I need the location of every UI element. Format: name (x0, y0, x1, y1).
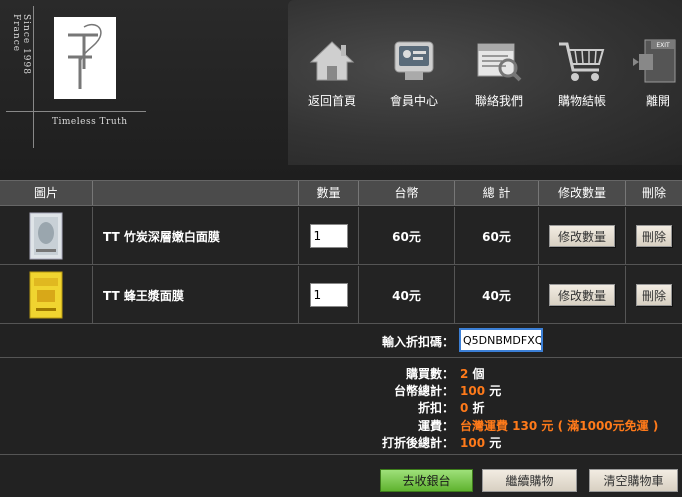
nav-contact-label: 聯絡我們 (474, 94, 523, 108)
contact-search-icon (477, 43, 522, 82)
header-modify: 修改數量 (539, 181, 626, 205)
discount-code-row: 輸入折扣碼： (0, 325, 682, 358)
tt-logo[interactable] (54, 17, 116, 99)
nav-exit-label: 離開 (645, 94, 670, 108)
exit-door-icon: EXIT (633, 39, 676, 83)
nav-checkout-label: 購物結帳 (557, 94, 606, 108)
subtotal-unit: 元 (489, 384, 502, 398)
header-delete: 刪除 (641, 186, 666, 200)
price-cell: 40元 (359, 266, 455, 324)
product-name: TT 竹炭深層嫩白面膜 (93, 207, 299, 265)
summary-count-line: 購買數： 2 個 (0, 363, 682, 381)
delete-button[interactable]: 刪除 (635, 284, 672, 306)
quantity-input[interactable] (309, 224, 348, 248)
clear-cart-button[interactable]: 清空購物車 (589, 469, 678, 492)
summary-final-line: 打折後總計： 100 元 (0, 432, 682, 450)
delete-button[interactable]: 刪除 (635, 225, 672, 247)
header-price: 台幣 (359, 181, 455, 205)
nav-home-label: 返回首頁 (307, 94, 356, 108)
final-total-value: 100 元 (460, 434, 501, 451)
shopping-cart-icon (559, 42, 605, 81)
modify-quantity-button[interactable]: 修改數量 (548, 225, 615, 247)
delete-cell: 刪除 (626, 207, 682, 265)
discount-value: 0 折 (460, 399, 485, 416)
main-nav: 返回首頁 會員中心 聯絡我們 購物結帳 EXIT 離開 (300, 36, 682, 116)
tt-logo-icon (68, 23, 102, 89)
product-name: TT 蜂王漿面膜 (93, 266, 299, 324)
nav-checkout[interactable]: 購物結帳 (550, 36, 614, 116)
subtotal-number: 100 (460, 384, 486, 398)
royal-jelly-mask-thumbnail[interactable] (28, 270, 64, 320)
mask-product-thumbnail[interactable] (28, 211, 64, 261)
nav-member-label: 會員中心 (389, 94, 438, 108)
since-text: Since 1998 France (11, 14, 31, 75)
discount-code-label: 輸入折扣碼： (381, 335, 454, 349)
discount-number: 0 (460, 401, 469, 415)
member-card-icon (394, 41, 434, 80)
purchase-count-number: 2 (460, 367, 469, 381)
table-row: TT 竹炭深層嫩白面膜 60元 60元 修改數量 刪除 (0, 207, 682, 265)
order-summary: 購買數： 2 個 台幣總計： 100 元 折扣： 0 折 運費： 台灣運費 13… (0, 359, 682, 455)
discount-unit: 折 (472, 401, 485, 415)
nav-contact-us[interactable]: 聯絡我們 (467, 36, 531, 116)
checkout-button[interactable]: 去收銀台 (380, 469, 473, 492)
summary-discount-line: 折扣： 0 折 (0, 397, 682, 415)
summary-shipping-line: 運費： 台灣運費 130 元 ( 滿1000元免運 ) (0, 415, 682, 433)
header-image: 圖片 (0, 181, 93, 205)
header-total: 總 計 (455, 181, 539, 205)
quantity-input[interactable] (309, 283, 348, 307)
total-cell: 40元 (455, 266, 539, 324)
delete-cell: 刪除 (626, 266, 682, 324)
logo-vertical-line (33, 6, 34, 148)
logo-horizontal-line (6, 111, 146, 112)
qty-cell (299, 207, 359, 265)
nav-member-center[interactable]: 會員中心 (382, 36, 446, 116)
discount-code-input[interactable] (459, 328, 543, 352)
purchase-count-unit: 個 (472, 367, 485, 381)
summary-subtotal-line: 台幣總計： 100 元 (0, 380, 682, 398)
tagline: Timeless Truth (52, 117, 128, 127)
final-total-number: 100 (460, 436, 486, 450)
modify-quantity-button[interactable]: 修改數量 (548, 284, 615, 306)
table-row: TT 蜂王漿面膜 40元 40元 修改數量 刪除 (0, 266, 682, 324)
svg-text:EXIT: EXIT (656, 42, 670, 49)
header-name (93, 181, 299, 205)
final-total-unit: 元 (489, 436, 502, 450)
product-image-cell (0, 207, 93, 265)
continue-shopping-button[interactable]: 繼續購物 (482, 469, 577, 492)
modify-cell: 修改數量 (539, 266, 626, 324)
price-cell: 60元 (359, 207, 455, 265)
total-cell: 60元 (455, 207, 539, 265)
home-icon (309, 41, 355, 81)
qty-cell (299, 266, 359, 324)
cart-table-header: 圖片 數量 台幣 總 計 修改數量 刪除 (0, 180, 682, 206)
final-total-label: 打折後總計： (381, 436, 454, 450)
nav-exit[interactable]: EXIT 離開 (626, 36, 682, 116)
header-qty: 數量 (299, 181, 359, 205)
discount-label: 折扣： (417, 401, 454, 415)
product-image-cell (0, 266, 93, 324)
site-header: Since 1998 France Timeless Truth 返回首頁 會員… (0, 0, 682, 180)
modify-cell: 修改數量 (539, 207, 626, 265)
nav-home[interactable]: 返回首頁 (300, 36, 364, 116)
